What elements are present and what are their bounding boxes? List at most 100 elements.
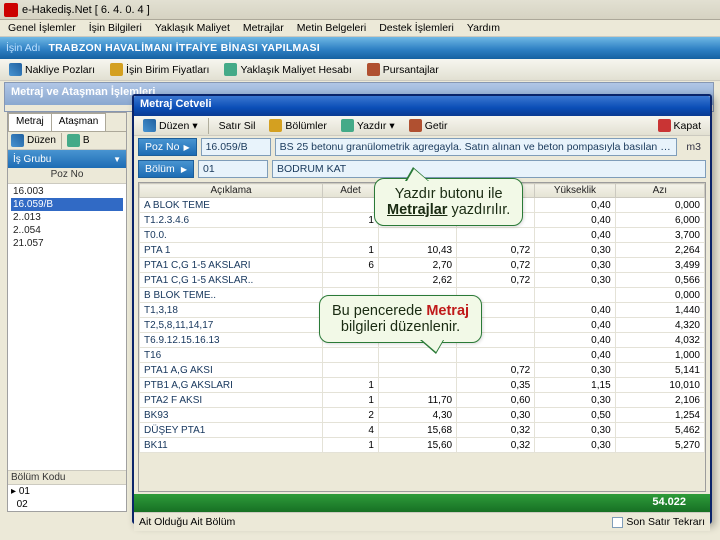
- cell-adet[interactable]: [323, 228, 379, 243]
- toolbar-maliyet[interactable]: Yaklaşık Maliyet Hesabı: [218, 61, 357, 78]
- cell-yukseklik[interactable]: 0,30: [535, 423, 615, 438]
- cell-yukseklik[interactable]: 1,15: [535, 378, 615, 393]
- cell-azi[interactable]: 5,141: [615, 363, 704, 378]
- pozno-label[interactable]: Poz No▶: [138, 138, 197, 156]
- cell-yukseklik[interactable]: 0,40: [535, 318, 615, 333]
- cell-en[interactable]: 0,72: [457, 273, 535, 288]
- cell-adet[interactable]: [323, 273, 379, 288]
- poz-item[interactable]: 16.003: [11, 185, 123, 198]
- cell-en[interactable]: 0,35: [457, 378, 535, 393]
- cell-aciklama[interactable]: BK93: [140, 408, 323, 423]
- cell-adet[interactable]: [323, 348, 379, 363]
- cell-adet[interactable]: [323, 363, 379, 378]
- poz-item[interactable]: 16.059/B: [11, 198, 123, 211]
- cell-adet[interactable]: 1: [323, 438, 379, 453]
- cell-adet[interactable]: 1: [323, 243, 379, 258]
- repeat-checkbox[interactable]: Son Satır Tekrarı: [612, 516, 705, 528]
- cell-aciklama[interactable]: T16: [140, 348, 323, 363]
- yazdir-button[interactable]: Yazdır ▾: [335, 117, 401, 134]
- duzen-button[interactable]: Düzen ▾: [137, 117, 204, 134]
- grid-row[interactable]: PTB1 A,G AKSLARI10,351,1510,010: [140, 378, 705, 393]
- cell-yukseklik[interactable]: 0,30: [535, 438, 615, 453]
- cell-adet[interactable]: 1: [323, 393, 379, 408]
- tree-sub-duzen[interactable]: Düzen: [27, 135, 56, 146]
- cell-aciklama[interactable]: PTA1 C,G 1-5 AKSLAR..: [140, 273, 323, 288]
- cell-azi[interactable]: 0,000: [615, 288, 704, 303]
- menu-destek[interactable]: Destek İşlemleri: [374, 22, 459, 34]
- menu-metrajlar[interactable]: Metrajlar: [238, 22, 289, 34]
- cell-boy[interactable]: 2,62: [378, 273, 456, 288]
- cell-boy[interactable]: [378, 348, 456, 363]
- cell-azi[interactable]: 0,566: [615, 273, 704, 288]
- cell-azi[interactable]: 4,032: [615, 333, 704, 348]
- cell-yukseklik[interactable]: 0,30: [535, 273, 615, 288]
- cell-azi[interactable]: 1,254: [615, 408, 704, 423]
- tab-metraj[interactable]: Metraj: [8, 113, 52, 131]
- bolum-item[interactable]: ▸ 01: [8, 485, 126, 498]
- cell-aciklama[interactable]: T2,5,8,11,14,17: [140, 318, 323, 333]
- cell-en[interactable]: 0,60: [457, 393, 535, 408]
- grid-row[interactable]: PTA 1110,430,720,302,264: [140, 243, 705, 258]
- cell-azi[interactable]: 2,106: [615, 393, 704, 408]
- grid-row[interactable]: T0.0. 0,403,700: [140, 228, 705, 243]
- cell-aciklama[interactable]: PTB1 A,G AKSLARI: [140, 378, 323, 393]
- grid-row[interactable]: PTA1 C,G 1-5 AKSLARI62,700,720,303,499: [140, 258, 705, 273]
- poz-item[interactable]: 2..013: [11, 211, 123, 224]
- cell-azi[interactable]: 1,000: [615, 348, 704, 363]
- cell-en[interactable]: 0,72: [457, 243, 535, 258]
- cell-boy[interactable]: 15,60: [378, 438, 456, 453]
- cell-aciklama[interactable]: DÜŞEY PTA1: [140, 423, 323, 438]
- cell-aciklama[interactable]: PTA1 A,G AKSI: [140, 363, 323, 378]
- tree-sub-b[interactable]: B: [83, 135, 90, 146]
- cell-boy[interactable]: [378, 228, 456, 243]
- cell-yukseklik[interactable]: 0,30: [535, 258, 615, 273]
- cell-adet[interactable]: 6: [323, 258, 379, 273]
- cell-yukseklik[interactable]: 0,40: [535, 198, 615, 213]
- cell-boy[interactable]: 10,43: [378, 243, 456, 258]
- toolbar-pursantaj[interactable]: Pursantajlar: [361, 61, 445, 78]
- cell-adet[interactable]: 4: [323, 423, 379, 438]
- cell-yukseklik[interactable]: 0,40: [535, 333, 615, 348]
- grid-row[interactable]: PTA1 C,G 1-5 AKSLAR.. 2,620,720,300,566: [140, 273, 705, 288]
- satirsil-button[interactable]: Satır Sil: [213, 118, 262, 134]
- cell-aciklama[interactable]: T1,3,18: [140, 303, 323, 318]
- cell-aciklama[interactable]: B BLOK TEME..: [140, 288, 323, 303]
- toolbar-birim[interactable]: İşin Birim Fiyatları: [104, 61, 215, 78]
- menu-isin[interactable]: İşin Bilgileri: [84, 22, 147, 34]
- getir-button[interactable]: Getir: [403, 117, 454, 134]
- grid-row[interactable]: PTA2 F AKSI111,700,600,302,106: [140, 393, 705, 408]
- cell-azi[interactable]: 1,440: [615, 303, 704, 318]
- cell-en[interactable]: 0,72: [457, 258, 535, 273]
- cell-en[interactable]: [457, 228, 535, 243]
- cell-en[interactable]: 0,32: [457, 438, 535, 453]
- cell-adet[interactable]: [323, 198, 379, 213]
- poz-item[interactable]: 2..054: [11, 224, 123, 237]
- cell-yukseklik[interactable]: 0,30: [535, 393, 615, 408]
- cell-en[interactable]: 0,30: [457, 408, 535, 423]
- toolbar-nakliye[interactable]: Nakliye Pozları: [3, 61, 101, 78]
- cell-yukseklik[interactable]: 0,40: [535, 213, 615, 228]
- cell-en[interactable]: 0,32: [457, 423, 535, 438]
- bolum-item[interactable]: 02: [8, 498, 126, 511]
- cell-boy[interactable]: [378, 378, 456, 393]
- cell-azi[interactable]: 3,700: [615, 228, 704, 243]
- bolumler-button[interactable]: Bölümler: [263, 117, 332, 134]
- cell-yukseklik[interactable]: 0,40: [535, 303, 615, 318]
- cell-adet[interactable]: 1: [323, 378, 379, 393]
- bolum-label[interactable]: Bölüm▶: [138, 160, 194, 178]
- grid-row[interactable]: DÜŞEY PTA1415,680,320,305,462: [140, 423, 705, 438]
- cell-aciklama[interactable]: T1.2.3.4.6: [140, 213, 323, 228]
- cell-aciklama[interactable]: PTA 1: [140, 243, 323, 258]
- grid-row[interactable]: BK11115,600,320,305,270: [140, 438, 705, 453]
- cell-yukseklik[interactable]: 0,30: [535, 363, 615, 378]
- cell-aciklama[interactable]: T0.0.: [140, 228, 323, 243]
- cell-boy[interactable]: 4,30: [378, 408, 456, 423]
- cell-yukseklik[interactable]: [535, 288, 615, 303]
- isgrubu-dropdown[interactable]: İş Grubu ▼: [8, 150, 126, 168]
- cell-azi[interactable]: 5,462: [615, 423, 704, 438]
- cell-yukseklik[interactable]: 0,40: [535, 228, 615, 243]
- kapat-button[interactable]: Kapat: [652, 117, 707, 134]
- menu-yaklasik[interactable]: Yaklaşık Maliyet: [150, 22, 235, 34]
- pozno-value[interactable]: 16.059/B: [201, 138, 271, 156]
- menu-genel[interactable]: Genel İşlemler: [3, 22, 81, 34]
